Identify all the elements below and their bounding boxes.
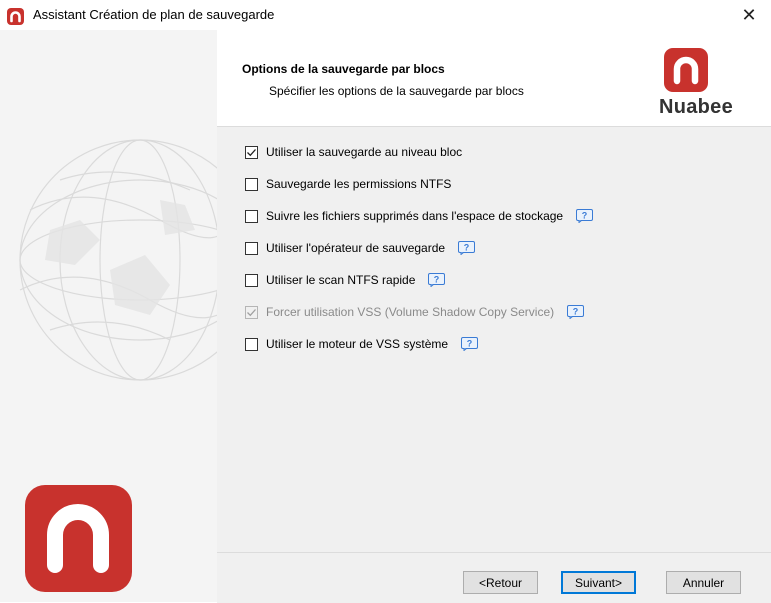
help-icon[interactable]: ? — [576, 209, 594, 223]
options-panel: Utiliser la sauvegarde au niveau bloc Sa… — [217, 126, 771, 553]
option-row: Forcer utilisation VSS (Volume Shadow Co… — [245, 303, 585, 321]
option-label: Suivre les fichiers supprimés dans l'esp… — [266, 209, 564, 223]
wizard-header: Options de la sauvegarde par blocs Spéci… — [217, 30, 771, 126]
help-icon[interactable]: ? — [567, 305, 585, 319]
brand-icon — [664, 48, 708, 92]
checkbox-block-backup[interactable] — [245, 145, 258, 159]
next-button[interactable]: Suivant> — [561, 571, 636, 594]
option-row[interactable]: Utiliser l'opérateur de sauvegarde ? — [245, 239, 476, 257]
option-label: Utiliser le scan NTFS rapide — [266, 273, 416, 287]
option-row[interactable]: Utiliser la sauvegarde au niveau bloc — [245, 143, 462, 161]
option-label: Forcer utilisation VSS (Volume Shadow Co… — [266, 305, 555, 319]
svg-text:?: ? — [434, 275, 440, 285]
nuabee-logo-icon — [25, 485, 132, 592]
close-icon: ✕ — [741, 4, 757, 25]
svg-text:?: ? — [467, 339, 473, 349]
option-label: Sauvegarde les permissions NTFS — [266, 177, 452, 191]
checkbox-track-deleted[interactable] — [245, 209, 258, 223]
svg-text:?: ? — [582, 211, 588, 221]
globe-watermark-icon — [19, 139, 217, 381]
window-title: Assistant Création de plan de sauvegarde — [33, 7, 275, 22]
checkbox-system-vss-engine[interactable] — [245, 337, 258, 351]
brand-logo: Nuabee — [644, 48, 748, 126]
cancel-button[interactable]: Annuler — [666, 571, 741, 594]
option-row[interactable]: Suivre les fichiers supprimés dans l'esp… — [245, 207, 594, 225]
title-bar: Assistant Création de plan de sauvegarde… — [0, 0, 771, 30]
option-row[interactable]: Utiliser le scan NTFS rapide ? — [245, 271, 446, 289]
wizard-sidebar — [0, 30, 217, 602]
close-button[interactable]: ✕ — [727, 0, 771, 30]
page-subtitle: Spécifier les options de la sauvegarde p… — [269, 84, 524, 98]
help-icon[interactable]: ? — [428, 273, 446, 287]
wizard-footer: <Retour Suivant> Annuler — [217, 552, 771, 603]
checkbox-fast-ntfs-scan[interactable] — [245, 273, 258, 287]
option-label: Utiliser la sauvegarde au niveau bloc — [266, 145, 463, 159]
page-title: Options de la sauvegarde par blocs — [242, 62, 445, 76]
back-button[interactable]: <Retour — [463, 571, 538, 594]
checkbox-backup-operator[interactable] — [245, 241, 258, 255]
help-icon[interactable]: ? — [458, 241, 476, 255]
checkbox-ntfs-permissions[interactable] — [245, 177, 258, 191]
option-label: Utiliser l'opérateur de sauvegarde — [266, 241, 446, 255]
checkbox-force-vss — [245, 305, 258, 319]
svg-text:?: ? — [573, 307, 579, 317]
option-row[interactable]: Sauvegarde les permissions NTFS — [245, 175, 451, 193]
app-icon — [7, 8, 24, 25]
check-icon — [247, 148, 256, 156]
option-label: Utiliser le moteur de VSS système — [266, 337, 449, 351]
check-icon — [247, 308, 256, 316]
brand-name: Nuabee — [658, 96, 734, 118]
option-row[interactable]: Utiliser le moteur de VSS système ? — [245, 335, 479, 353]
help-icon[interactable]: ? — [461, 337, 479, 351]
svg-text:?: ? — [464, 243, 470, 253]
